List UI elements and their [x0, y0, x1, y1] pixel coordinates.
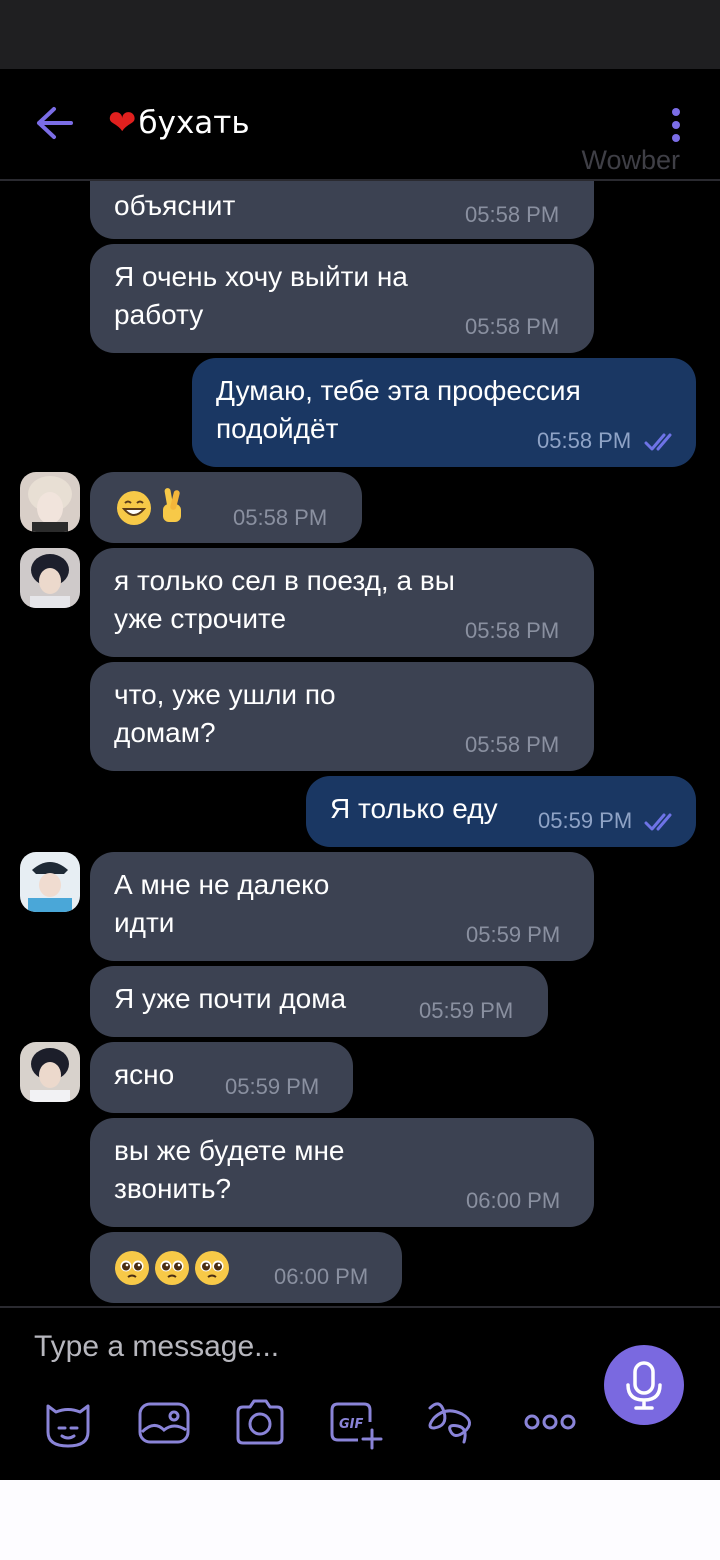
message-text: я только сел в поезд, а вы уже строчите: [114, 565, 455, 634]
gif-icon[interactable]: GIF: [326, 1392, 386, 1452]
chat-title[interactable]: ❤ бухать: [108, 103, 250, 143]
message-time: 06:00 PM: [274, 1264, 369, 1289]
doodle-icon[interactable]: [422, 1392, 482, 1452]
message-time: 05:59 PM: [466, 922, 561, 947]
message-time: 05:58 PM: [233, 505, 328, 530]
pleading-face-emoji: [155, 1251, 189, 1285]
message-time: 05:59 PM: [538, 808, 633, 833]
message-text: Я уже почти дома: [114, 983, 347, 1014]
message-text: что, уже ушли по домам?: [114, 679, 336, 748]
heart-icon: ❤: [108, 103, 137, 143]
message-text: Думаю, тебе эта профессия подойдёт: [216, 375, 581, 444]
message-time: 05:59 PM: [419, 998, 514, 1023]
watermark: Wowber: [581, 145, 680, 175]
message-time: 05:59 PM: [225, 1074, 320, 1099]
message-bubble[interactable]: ясно 05:59 PM: [90, 1042, 353, 1113]
message-time: 05:58 PM: [465, 618, 560, 643]
system-navigation-bar: [0, 1480, 720, 1560]
message-bubble[interactable]: А мне не далеко идти 05:59 PM: [90, 852, 594, 961]
message-text: вы же будете мне звонить?: [114, 1135, 345, 1204]
message-bubble[interactable]: вы же будете мне звонить? 06:00 PM: [90, 1118, 594, 1227]
pleading-face-emoji: [115, 1251, 149, 1285]
message-list[interactable]: объяснит 05:58 PM Я очень хочу выйти на …: [0, 181, 720, 1306]
back-arrow-icon[interactable]: [34, 105, 74, 141]
camera-icon[interactable]: [230, 1392, 290, 1452]
message-time: 05:58 PM: [537, 428, 632, 453]
avatar[interactable]: [20, 472, 80, 532]
outgoing-message-bubble[interactable]: Я только еду 05:59 PM: [306, 776, 696, 847]
avatar[interactable]: [20, 1042, 80, 1102]
avatar[interactable]: [20, 852, 80, 912]
message-bubble[interactable]: объяснит 05:58 PM: [90, 181, 594, 239]
grinning-face-emoji: [117, 491, 151, 525]
message-text: ясно: [114, 1059, 175, 1090]
message-time: 06:00 PM: [466, 1188, 561, 1213]
message-bubble[interactable]: Я очень хочу выйти на работу 05:58 PM: [90, 244, 594, 353]
message-time: 05:58 PM: [465, 202, 560, 227]
gallery-icon[interactable]: [134, 1392, 194, 1452]
crossed-fingers-emoji: [163, 488, 181, 522]
sticker-icon[interactable]: [38, 1392, 98, 1452]
message-text: А мне не далеко идти: [114, 869, 330, 938]
status-bar: [0, 0, 720, 69]
message-text: Я только еду: [330, 793, 498, 824]
message-time: 05:58 PM: [465, 732, 560, 757]
message-bubble[interactable]: я только сел в поезд, а вы уже строчите …: [90, 548, 594, 657]
pleading-face-emoji: [195, 1251, 229, 1285]
microphone-icon: [626, 1361, 662, 1410]
message-text: объяснит: [114, 190, 236, 221]
chat-header: ❤ бухать Wowber: [0, 69, 720, 181]
message-bubble[interactable]: 06:00 PM: [90, 1232, 402, 1303]
chat-title-text: бухать: [138, 105, 250, 141]
message-composer: Type a message... GIF: [0, 1306, 720, 1482]
kebab-menu-icon[interactable]: [668, 107, 684, 143]
read-ticks-icon: [644, 813, 672, 831]
avatar[interactable]: [20, 548, 80, 608]
microphone-button[interactable]: [604, 1345, 684, 1425]
read-ticks-icon: [644, 433, 672, 451]
outgoing-message-bubble[interactable]: Думаю, тебе эта профессия подойдёт 05:58…: [192, 358, 696, 467]
message-input[interactable]: Type a message...: [34, 1330, 279, 1364]
message-bubble[interactable]: 05:58 PM: [90, 472, 362, 543]
message-time: 05:58 PM: [465, 314, 560, 339]
more-icon[interactable]: [518, 1392, 578, 1452]
message-text: Я очень хочу выйти на работу: [114, 261, 408, 330]
svg-text:GIF: GIF: [339, 1417, 364, 1432]
message-bubble[interactable]: что, уже ушли по домам? 05:58 PM: [90, 662, 594, 771]
message-bubble[interactable]: Я уже почти дома 05:59 PM: [90, 966, 548, 1037]
